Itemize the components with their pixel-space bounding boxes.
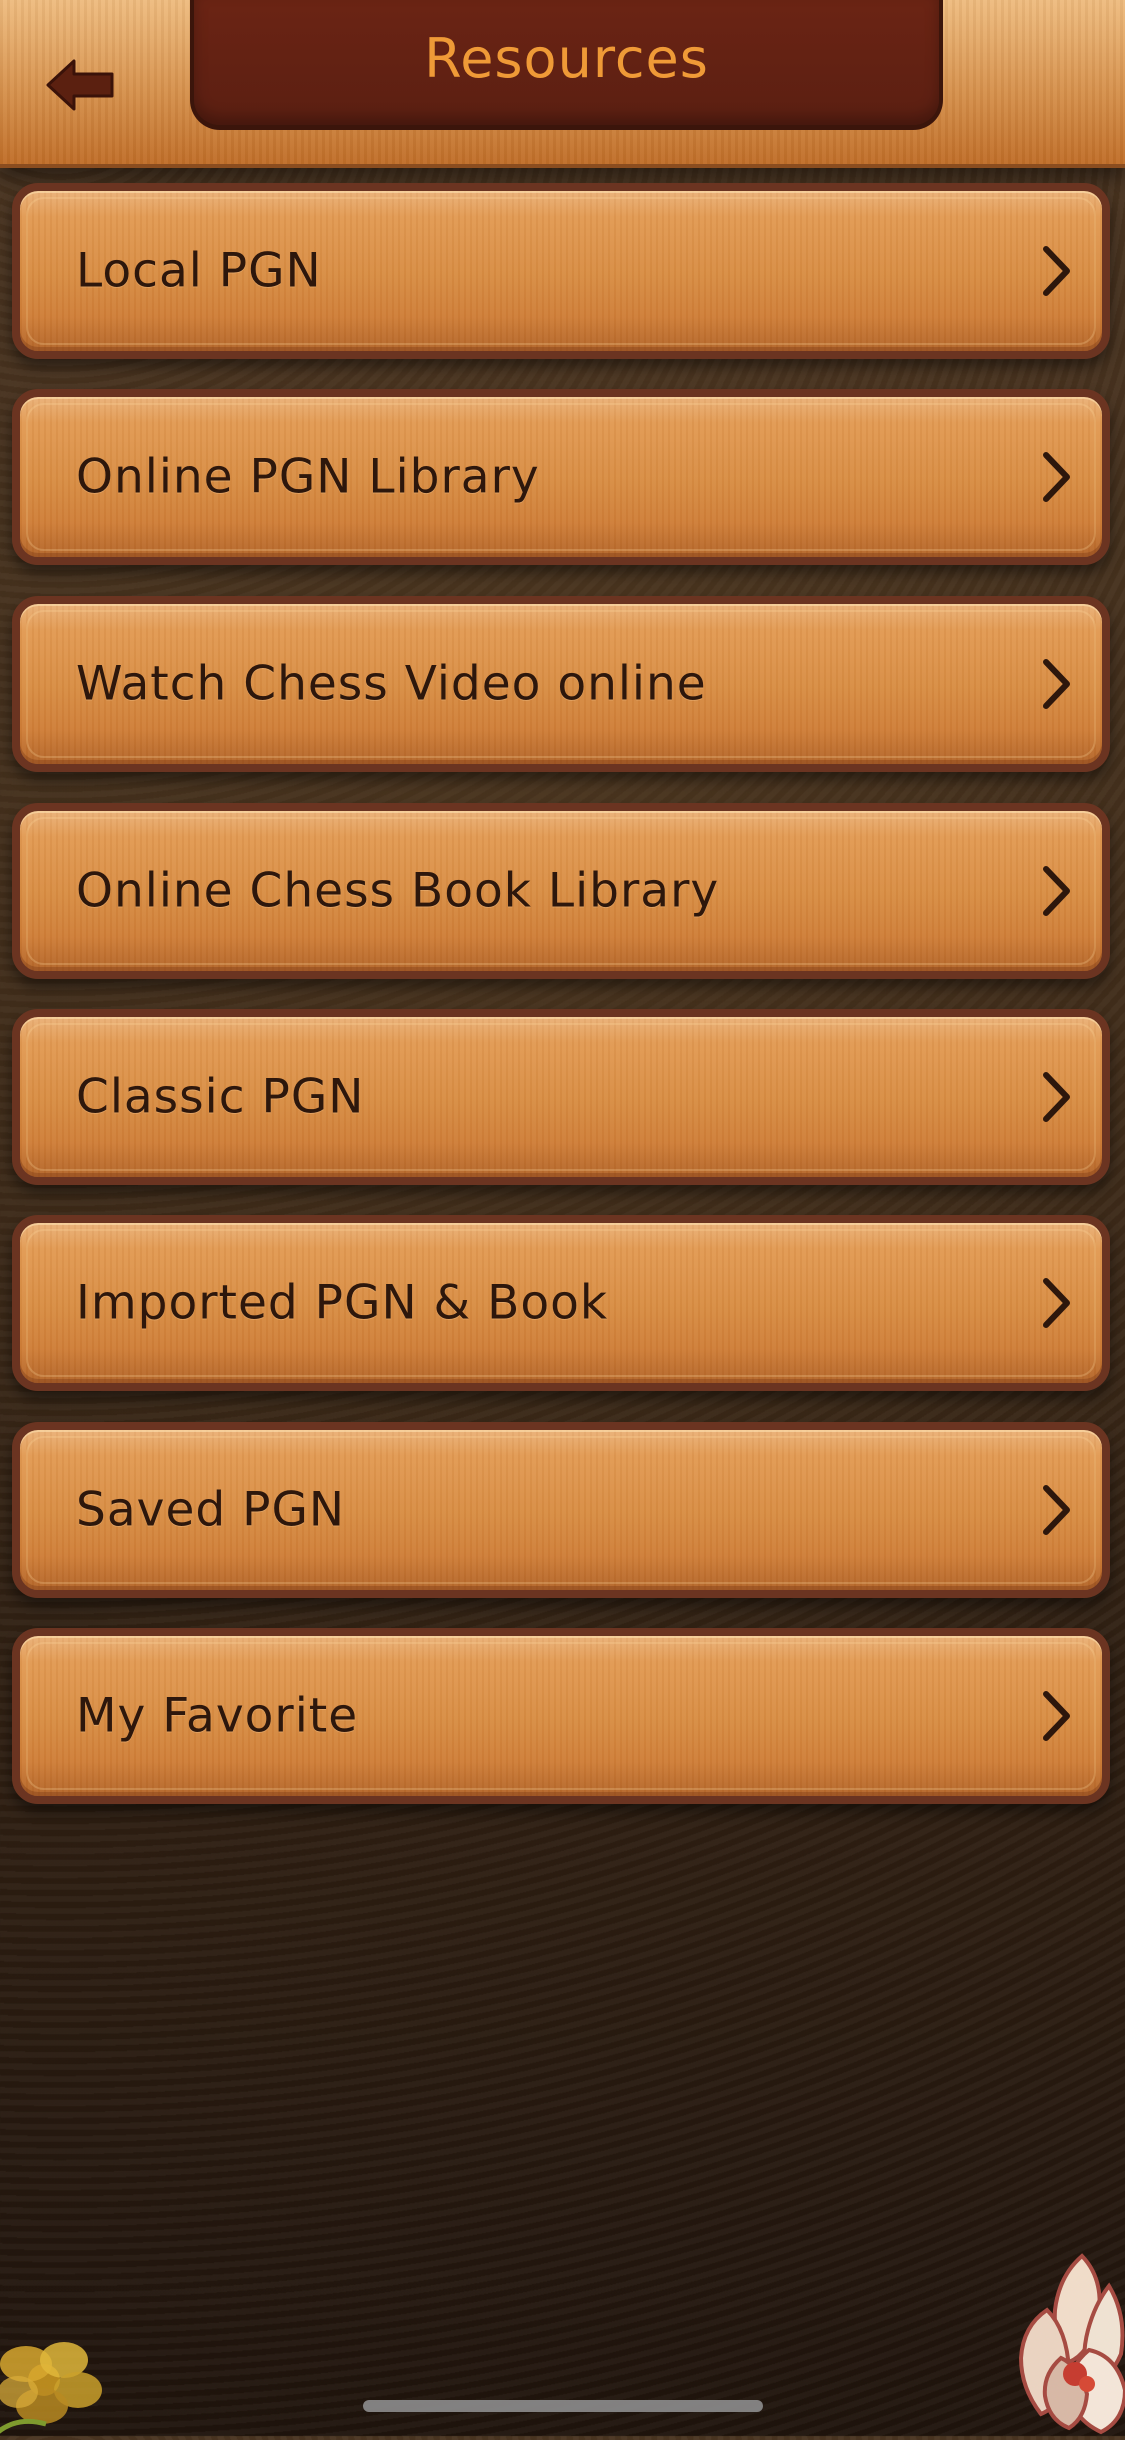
flower-decoration-right — [1018, 2253, 1125, 2435]
chevron-right-icon — [1043, 1278, 1070, 1328]
chevron-right-icon — [1043, 1072, 1070, 1122]
menu-item-label: Local PGN — [76, 243, 322, 299]
menu-item-label: Online Chess Book Library — [76, 863, 720, 919]
chevron-right-icon — [1043, 246, 1070, 296]
chevron-right-icon — [1043, 866, 1070, 916]
saved-pgn-button[interactable]: Saved PGN — [12, 1422, 1110, 1598]
chevron-right-icon — [1043, 452, 1070, 502]
flower-decoration-left — [0, 2342, 102, 2434]
online-chess-book-library-button[interactable]: Online Chess Book Library — [12, 803, 1110, 979]
home-indicator — [363, 2400, 763, 2412]
menu-item-label: My Favorite — [76, 1688, 359, 1744]
chevron-right-icon — [1043, 1691, 1070, 1741]
local-pgn-button[interactable]: Local PGN — [12, 183, 1110, 359]
online-pgn-library-button[interactable]: Online PGN Library — [12, 389, 1110, 565]
chevron-right-icon — [1043, 1485, 1070, 1535]
imported-pgn-book-button[interactable]: Imported PGN & Book — [12, 1215, 1110, 1391]
classic-pgn-button[interactable]: Classic PGN — [12, 1009, 1110, 1185]
menu-item-label: Online PGN Library — [76, 449, 540, 505]
my-favorite-button[interactable]: My Favorite — [12, 1628, 1110, 1804]
menu-item-label: Watch Chess Video online — [76, 656, 707, 712]
chevron-right-icon — [1043, 659, 1070, 709]
menu-item-label: Imported PGN & Book — [76, 1275, 609, 1331]
menu-item-label: Saved PGN — [76, 1482, 346, 1538]
resource-menu: Local PGN Online PGN Library Watch Chess… — [0, 0, 1125, 2436]
watch-chess-video-online-button[interactable]: Watch Chess Video online — [12, 596, 1110, 772]
menu-item-label: Classic PGN — [76, 1069, 365, 1125]
